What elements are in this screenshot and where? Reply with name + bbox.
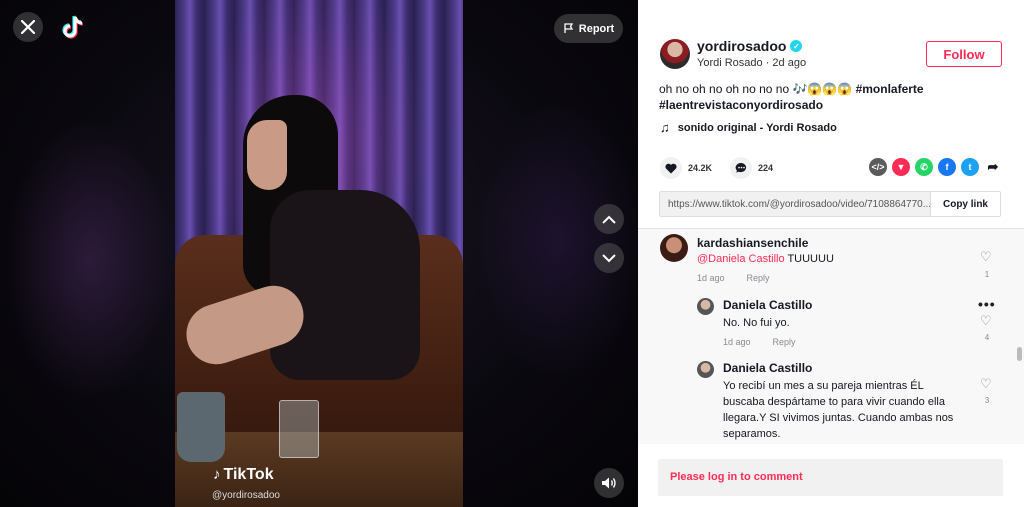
comment-like-count: 4 xyxy=(984,333,990,342)
volume-button[interactable] xyxy=(594,468,624,498)
video-link-box: https://www.tiktok.com/@yordirosadoo/vid… xyxy=(659,191,1001,217)
chevron-down-icon xyxy=(602,253,616,262)
comment-text: No. No fui yo. xyxy=(723,317,790,329)
comment-count: 224 xyxy=(758,163,774,173)
author-username-row[interactable]: yordirosadoo ✓ xyxy=(697,38,803,54)
caption-text: oh no oh no oh no no no 🎶😱😱😱 xyxy=(659,82,853,96)
person-face xyxy=(247,120,287,190)
comment-like-icon[interactable]: ♡ xyxy=(980,249,992,265)
music-note-icon: ♫ xyxy=(660,120,670,135)
engagement-stats: 24.2K 224 xyxy=(660,157,791,179)
comment-username[interactable]: kardashiansenchile xyxy=(697,236,808,250)
comment-like-count: 3 xyxy=(984,396,990,405)
video-player[interactable]: ♪ TikTok @yordirosadoo Report xyxy=(0,0,638,507)
mug xyxy=(177,392,225,462)
comment-text: @Daniela Castillo TUUUUU xyxy=(697,251,834,267)
chevron-up-icon xyxy=(602,215,616,224)
verified-badge-icon: ✓ xyxy=(790,40,803,52)
copy-link-button[interactable]: Copy link xyxy=(930,192,1000,216)
author-name-date: Yordi Rosado · 2d ago xyxy=(697,57,807,69)
reply-button[interactable]: Reply xyxy=(747,273,770,283)
share-row: </> ▼ ✆ f t ➦ xyxy=(869,158,1002,176)
music-link[interactable]: ♫ sonido original - Yordi Rosado xyxy=(660,120,837,135)
comment-username[interactable]: Daniela Castillo xyxy=(723,298,812,312)
comment-text: Yo recibí un mes a su pareja mientras ÉL… xyxy=(723,378,953,442)
comment-age: 1d ago xyxy=(723,337,751,347)
send-icon[interactable]: ▼ xyxy=(892,158,910,176)
music-label[interactable]: sonido original - Yordi Rosado xyxy=(678,122,837,134)
heart-icon xyxy=(665,163,677,173)
comment-like-icon[interactable]: ♡ xyxy=(980,313,992,329)
follow-button[interactable]: Follow xyxy=(926,41,1002,67)
comment-like-count: 1 xyxy=(984,270,990,279)
twitter-icon[interactable]: t xyxy=(961,158,979,176)
close-icon xyxy=(21,20,35,34)
facebook-icon[interactable]: f xyxy=(938,158,956,176)
like-count: 24.2K xyxy=(688,163,713,173)
embed-icon[interactable]: </> xyxy=(869,158,887,176)
comment-list[interactable]: kardashiansenchile @Daniela Castillo TUU… xyxy=(638,228,1024,444)
more-options-icon[interactable]: ••• xyxy=(978,296,996,312)
watermark-brand: TikTok xyxy=(223,466,274,483)
previous-video-button[interactable] xyxy=(594,204,624,234)
reply-button[interactable]: Reply xyxy=(773,337,796,347)
commenter-avatar[interactable] xyxy=(697,298,714,315)
comment-scrollbar[interactable] xyxy=(1017,347,1022,361)
hashtag-link[interactable]: #laentrevistaconyordirosado xyxy=(659,98,823,112)
watermark-username: @yordirosadoo xyxy=(212,490,280,501)
close-button[interactable] xyxy=(13,12,43,42)
report-button[interactable]: Report xyxy=(554,14,623,43)
commenter-avatar[interactable] xyxy=(660,234,688,262)
comment-line: separamos. xyxy=(723,428,781,440)
like-button[interactable] xyxy=(660,157,682,179)
tiktok-note-icon: ♪ xyxy=(213,466,221,483)
tiktok-watermark: ♪ TikTok xyxy=(213,466,274,484)
share-arrow-icon[interactable]: ➦ xyxy=(984,158,1002,176)
video-caption: oh no oh no oh no no no 🎶😱😱😱 #monlaferte… xyxy=(659,81,959,113)
comment-line: buscaba despártame to para vivir cuando … xyxy=(723,396,945,408)
login-prompt[interactable]: Please log in to comment xyxy=(670,471,803,483)
whatsapp-icon[interactable]: ✆ xyxy=(915,158,933,176)
comment-mention[interactable]: @Daniela Castillo xyxy=(697,253,785,265)
comment-like-icon[interactable]: ♡ xyxy=(980,376,992,392)
comment-meta: 1d ago Reply xyxy=(697,273,792,283)
video-frame[interactable] xyxy=(175,0,463,507)
comment-button[interactable] xyxy=(730,157,753,179)
comment-meta: 1d ago Reply xyxy=(723,337,818,347)
comment-line: llegara.Y SI vivimos juntas. Cuando amba… xyxy=(723,412,954,424)
details-panel: yordirosadoo ✓ Yordi Rosado · 2d ago Fol… xyxy=(638,0,1024,507)
tiktok-logo-icon[interactable] xyxy=(60,14,86,42)
comment-username[interactable]: Daniela Castillo xyxy=(723,361,812,375)
hashtag-link[interactable]: #monlaferte xyxy=(856,82,924,96)
flag-icon xyxy=(564,23,573,33)
person-body xyxy=(270,190,420,380)
comment-icon xyxy=(735,162,746,173)
video-link-input[interactable]: https://www.tiktok.com/@yordirosadoo/vid… xyxy=(660,192,930,216)
report-label: Report xyxy=(578,22,615,35)
comment-body: TUUUUU xyxy=(784,253,834,265)
comment-line: Yo recibí un mes a su pareja mientras ÉL xyxy=(723,380,924,392)
volume-icon xyxy=(602,477,616,489)
author-username[interactable]: yordirosadoo xyxy=(697,38,786,54)
commenter-avatar[interactable] xyxy=(697,361,714,378)
author-avatar[interactable] xyxy=(660,39,690,69)
next-video-button[interactable] xyxy=(594,243,624,273)
glass xyxy=(279,400,319,458)
comment-age: 1d ago xyxy=(697,273,725,283)
comment-login-box[interactable]: Please log in to comment xyxy=(658,459,1003,496)
